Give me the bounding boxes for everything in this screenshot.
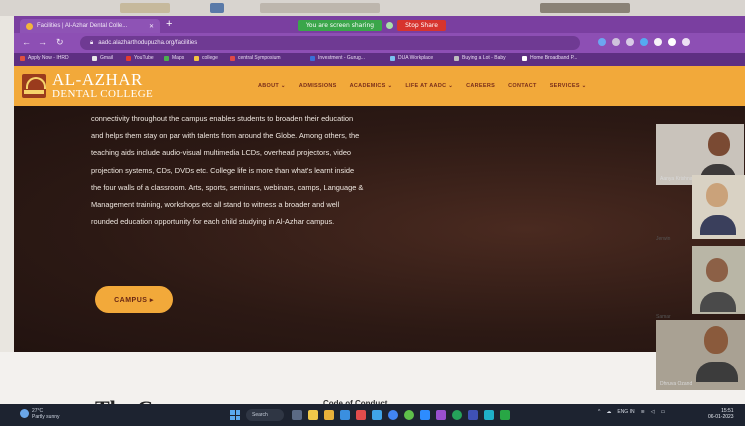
site-favicon-icon	[26, 22, 33, 30]
menu-dots-icon[interactable]	[682, 38, 690, 46]
bookmark-star-icon[interactable]	[626, 38, 634, 46]
tab-title: Facilities | Al-Azhar Dental Colle...	[37, 23, 128, 29]
edge-browser-icon[interactable]	[340, 410, 350, 420]
system-clock[interactable]: 15:51 06-01-2023	[708, 408, 734, 420]
logo-name[interactable]: AL-AZHAR	[52, 70, 143, 90]
screenshot: Facilities | Al-Azhar Dental Colle... ✕ …	[0, 0, 745, 426]
app-icon[interactable]	[500, 410, 510, 420]
chevron-up-icon[interactable]: ^	[598, 409, 600, 415]
page-below-section: The C Code of Conduct	[0, 352, 745, 421]
store-icon[interactable]	[372, 410, 382, 420]
website-viewport: AL-AZHAR DENTAL COLLEGE ABOUT ⌄ ADMISSIO…	[14, 66, 745, 352]
participant-video	[706, 258, 728, 282]
participant-tile[interactable]	[692, 175, 745, 239]
address-bar[interactable]: 🔒︎ aadc.alazharthodupuzha.org/facilities	[80, 36, 580, 50]
extension-puzzle-icon[interactable]	[654, 38, 662, 46]
bookmark-item[interactable]: Gmail	[92, 55, 113, 61]
weather-cloud-icon	[20, 409, 29, 418]
sidebar-icon[interactable]	[668, 38, 676, 46]
bookmark-item[interactable]: YouTube	[126, 55, 154, 61]
paragraph-line: Management training, workshops etc all s…	[91, 200, 340, 210]
language-indicator[interactable]: ENG IN	[617, 409, 634, 415]
facilities-section: connectivity throughout the campus enabl…	[14, 106, 745, 352]
college-logo-icon[interactable]	[22, 74, 46, 98]
forward-arrow-icon[interactable]: →	[38, 37, 47, 47]
profile-sync-icon[interactable]	[598, 38, 606, 46]
campus-button[interactable]: CAMPUS ▸	[95, 286, 173, 313]
app-icon[interactable]	[356, 410, 366, 420]
bookmark-item[interactable]: Maps	[164, 55, 184, 61]
reload-icon[interactable]: ↻	[56, 37, 64, 48]
bookmark-item[interactable]: Buying a Lot - Baby	[454, 55, 506, 61]
chrome-icon[interactable]	[388, 410, 398, 420]
nav-item-contact[interactable]: CONTACT	[508, 83, 537, 89]
bookmark-item[interactable]: college	[194, 55, 218, 61]
bookmark-item[interactable]: Investment - Gurug...	[310, 55, 365, 61]
paragraph-line: connectivity throughout the campus enabl…	[91, 114, 354, 123]
stop-share-button[interactable]: Stop Share	[397, 19, 446, 31]
screen-share-banner: You are screen sharing Stop Share	[298, 19, 446, 31]
zoom-icon[interactable]	[420, 410, 430, 420]
wifi-icon[interactable]: ≋	[641, 409, 645, 415]
paragraph-line: teaching aids include audio-visual multi…	[91, 148, 352, 158]
meeting-participants-panel: Aanya Krishna Jerwin Samar Dhruva Ozand	[652, 124, 745, 394]
participant-tile[interactable]	[692, 246, 745, 314]
task-view-icon[interactable]	[292, 410, 302, 420]
participant-name: Aanya Krishna	[660, 176, 693, 182]
address-toolbar: ← → ↻ 🔒︎ aadc.alazharthodupuzha.org/facil…	[14, 33, 745, 53]
back-arrow-icon[interactable]: ←	[22, 37, 31, 47]
participant-name: Jerwin	[656, 236, 671, 242]
app-icon[interactable]	[468, 410, 478, 420]
taskbar-search[interactable]: Search	[246, 409, 284, 421]
chrome-profile-icon[interactable]	[404, 410, 414, 420]
lock-icon: 🔒︎	[90, 40, 94, 46]
url-text: aadc.alazharthodupuzha.org/facilities	[98, 40, 198, 46]
start-windows-icon[interactable]	[230, 410, 240, 420]
logo-subtitle[interactable]: DENTAL COLLEGE	[52, 88, 153, 100]
nav-item-admissions[interactable]: ADMISSIONS	[299, 83, 337, 89]
browser-window: Facilities | Al-Azhar Dental Colle... ✕ …	[14, 16, 745, 352]
folder-icon[interactable]	[324, 410, 334, 420]
file-explorer-icon[interactable]	[308, 410, 318, 420]
system-tray: ^ ☁ ENG IN ≋ ◁ ▭	[598, 409, 665, 415]
cloud-icon[interactable]: ☁	[606, 409, 611, 415]
participant-name: Dhruva Ozand	[660, 381, 693, 387]
bookmark-item[interactable]: central Symposium	[230, 55, 281, 61]
participant-video	[704, 326, 728, 354]
speaker-icon[interactable]: ◁	[651, 409, 655, 415]
screen-sharing-indicator[interactable]: You are screen sharing	[298, 19, 383, 31]
nav-item-services[interactable]: SERVICES ⌄	[550, 83, 587, 89]
bookmarks-bar: Apply Now - IHRD Gmail YouTube Maps coll…	[14, 53, 745, 66]
facilities-paragraph: connectivity throughout the campus enabl…	[91, 110, 471, 230]
bookmark-item[interactable]: DUA Workplace	[390, 55, 433, 61]
participant-video	[706, 183, 728, 207]
participant-tile[interactable]: Dhruva Ozand	[656, 320, 745, 390]
browser-tab[interactable]: Facilities | Al-Azhar Dental Colle... ✕	[20, 19, 160, 33]
share-icon[interactable]	[612, 38, 620, 46]
paragraph-line: and helps them stay on par with talents …	[91, 131, 360, 141]
extension-icon[interactable]	[640, 38, 648, 46]
paragraph-line: rounded education opportunity for each c…	[91, 217, 335, 227]
nav-item-academics[interactable]: ACADEMICS ⌄	[350, 83, 393, 89]
share-status-icon	[386, 21, 394, 29]
background-window-strip	[0, 0, 745, 16]
weather-widget[interactable]: 27°C Partly sunny	[20, 408, 60, 420]
close-tab-icon[interactable]: ✕	[149, 23, 154, 30]
teams-icon[interactable]	[436, 410, 446, 420]
new-tab-icon[interactable]: +	[166, 18, 172, 30]
windows-taskbar: 27°C Partly sunny Search ^ ☁ ENG IN ≋ ◁ …	[0, 404, 745, 426]
main-navigation: ABOUT ⌄ ADMISSIONS ACADEMICS ⌄ LIFE AT A…	[258, 83, 587, 89]
paragraph-line: projection systems, CDs, DVDs etc. Colle…	[91, 165, 355, 175]
whatsapp-icon[interactable]	[452, 410, 462, 420]
bookmark-item[interactable]: Apply Now - IHRD	[20, 55, 69, 61]
participant-video	[708, 132, 730, 156]
nav-item-life-at-aadc[interactable]: LIFE AT AADC ⌄	[405, 83, 453, 89]
battery-icon[interactable]: ▭	[661, 409, 666, 415]
nav-item-about[interactable]: ABOUT ⌄	[258, 83, 286, 89]
app-icon[interactable]	[484, 410, 494, 420]
bookmark-item[interactable]: Home Broadband P...	[522, 55, 577, 61]
nav-item-careers[interactable]: CAREERS	[466, 83, 495, 89]
paragraph-line: the four walls of a classroom. Arts, spo…	[91, 182, 364, 192]
site-header: AL-AZHAR DENTAL COLLEGE ABOUT ⌄ ADMISSIO…	[14, 66, 745, 106]
